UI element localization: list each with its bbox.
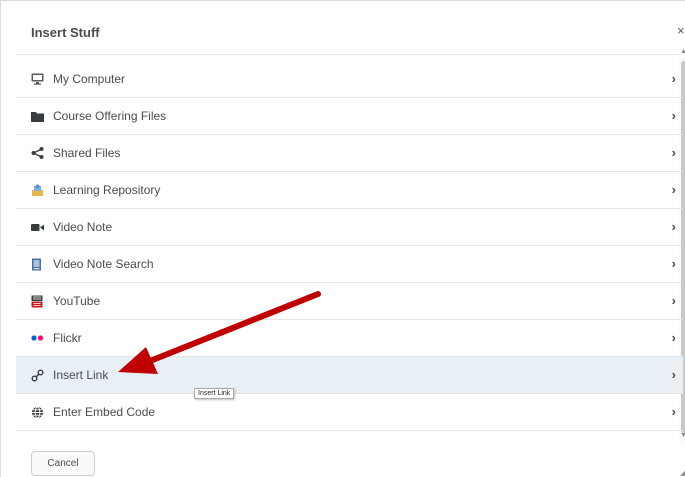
globe-icon <box>30 405 44 419</box>
list-item-flickr[interactable]: Flickr › <box>16 320 683 357</box>
insert-link-tooltip: Insert Link <box>194 388 235 399</box>
list-item-label: Learning Repository <box>53 183 161 197</box>
link-icon <box>30 368 44 382</box>
chevron-right-icon: › <box>671 145 676 160</box>
scroll-up-arrow-icon[interactable]: ▲ <box>680 48 685 55</box>
video-camera-icon <box>30 220 44 234</box>
list-item-label: Insert Link <box>53 368 109 382</box>
chevron-right-icon: › <box>671 330 676 345</box>
dialog-title: Insert Stuff <box>31 25 100 40</box>
list-item-label: Flickr <box>53 331 82 345</box>
list-item-insert-link[interactable]: Insert Link › <box>16 357 683 394</box>
close-icon[interactable]: × <box>677 23 685 38</box>
list-item-label: Course Offering Files <box>53 109 167 123</box>
list-item-my-computer[interactable]: My Computer › <box>16 61 683 98</box>
chevron-right-icon: › <box>671 367 676 382</box>
chevron-right-icon: › <box>671 256 676 271</box>
resize-corner-icon[interactable]: ◢ <box>680 469 685 477</box>
chevron-right-icon: › <box>671 108 676 123</box>
video-search-icon <box>30 257 44 271</box>
list-item-video-note[interactable]: Video Note › <box>16 209 683 246</box>
list-item-shared-files[interactable]: Shared Files › <box>16 135 683 172</box>
chevron-right-icon: › <box>671 404 676 419</box>
list-item-course-offering-files[interactable]: Course Offering Files › <box>16 98 683 135</box>
list-item-label: Video Note Search <box>53 257 154 271</box>
insert-stuff-dialog: Insert Stuff × ▲ ▼ My Computer › Course … <box>0 0 685 477</box>
list-item-label: Shared Files <box>53 146 121 160</box>
list-item-label: YouTube <box>53 294 101 308</box>
list-item-label: Enter Embed Code <box>53 405 156 419</box>
list-item-label: My Computer <box>53 72 126 86</box>
youtube-icon <box>30 294 44 308</box>
header-divider <box>16 54 684 55</box>
computer-icon <box>30 72 44 86</box>
chevron-right-icon: › <box>671 219 676 234</box>
chevron-right-icon: › <box>671 293 676 308</box>
source-list: My Computer › Course Offering Files › Sh… <box>16 61 683 431</box>
chevron-right-icon: › <box>671 71 676 86</box>
scroll-down-arrow-icon[interactable]: ▼ <box>680 432 685 439</box>
list-item-learning-repository[interactable]: Learning Repository › <box>16 172 683 209</box>
list-item-label: Video Note <box>53 220 113 234</box>
folder-icon <box>30 109 44 123</box>
cancel-button[interactable]: Cancel <box>31 451 95 476</box>
list-item-video-note-search[interactable]: Video Note Search › <box>16 246 683 283</box>
repository-icon <box>30 183 44 197</box>
list-item-youtube[interactable]: YouTube › <box>16 283 683 320</box>
chevron-right-icon: › <box>671 182 676 197</box>
list-item-enter-embed-code[interactable]: Enter Embed Code › <box>16 394 683 431</box>
flickr-icon <box>30 331 44 345</box>
share-icon <box>30 146 44 160</box>
